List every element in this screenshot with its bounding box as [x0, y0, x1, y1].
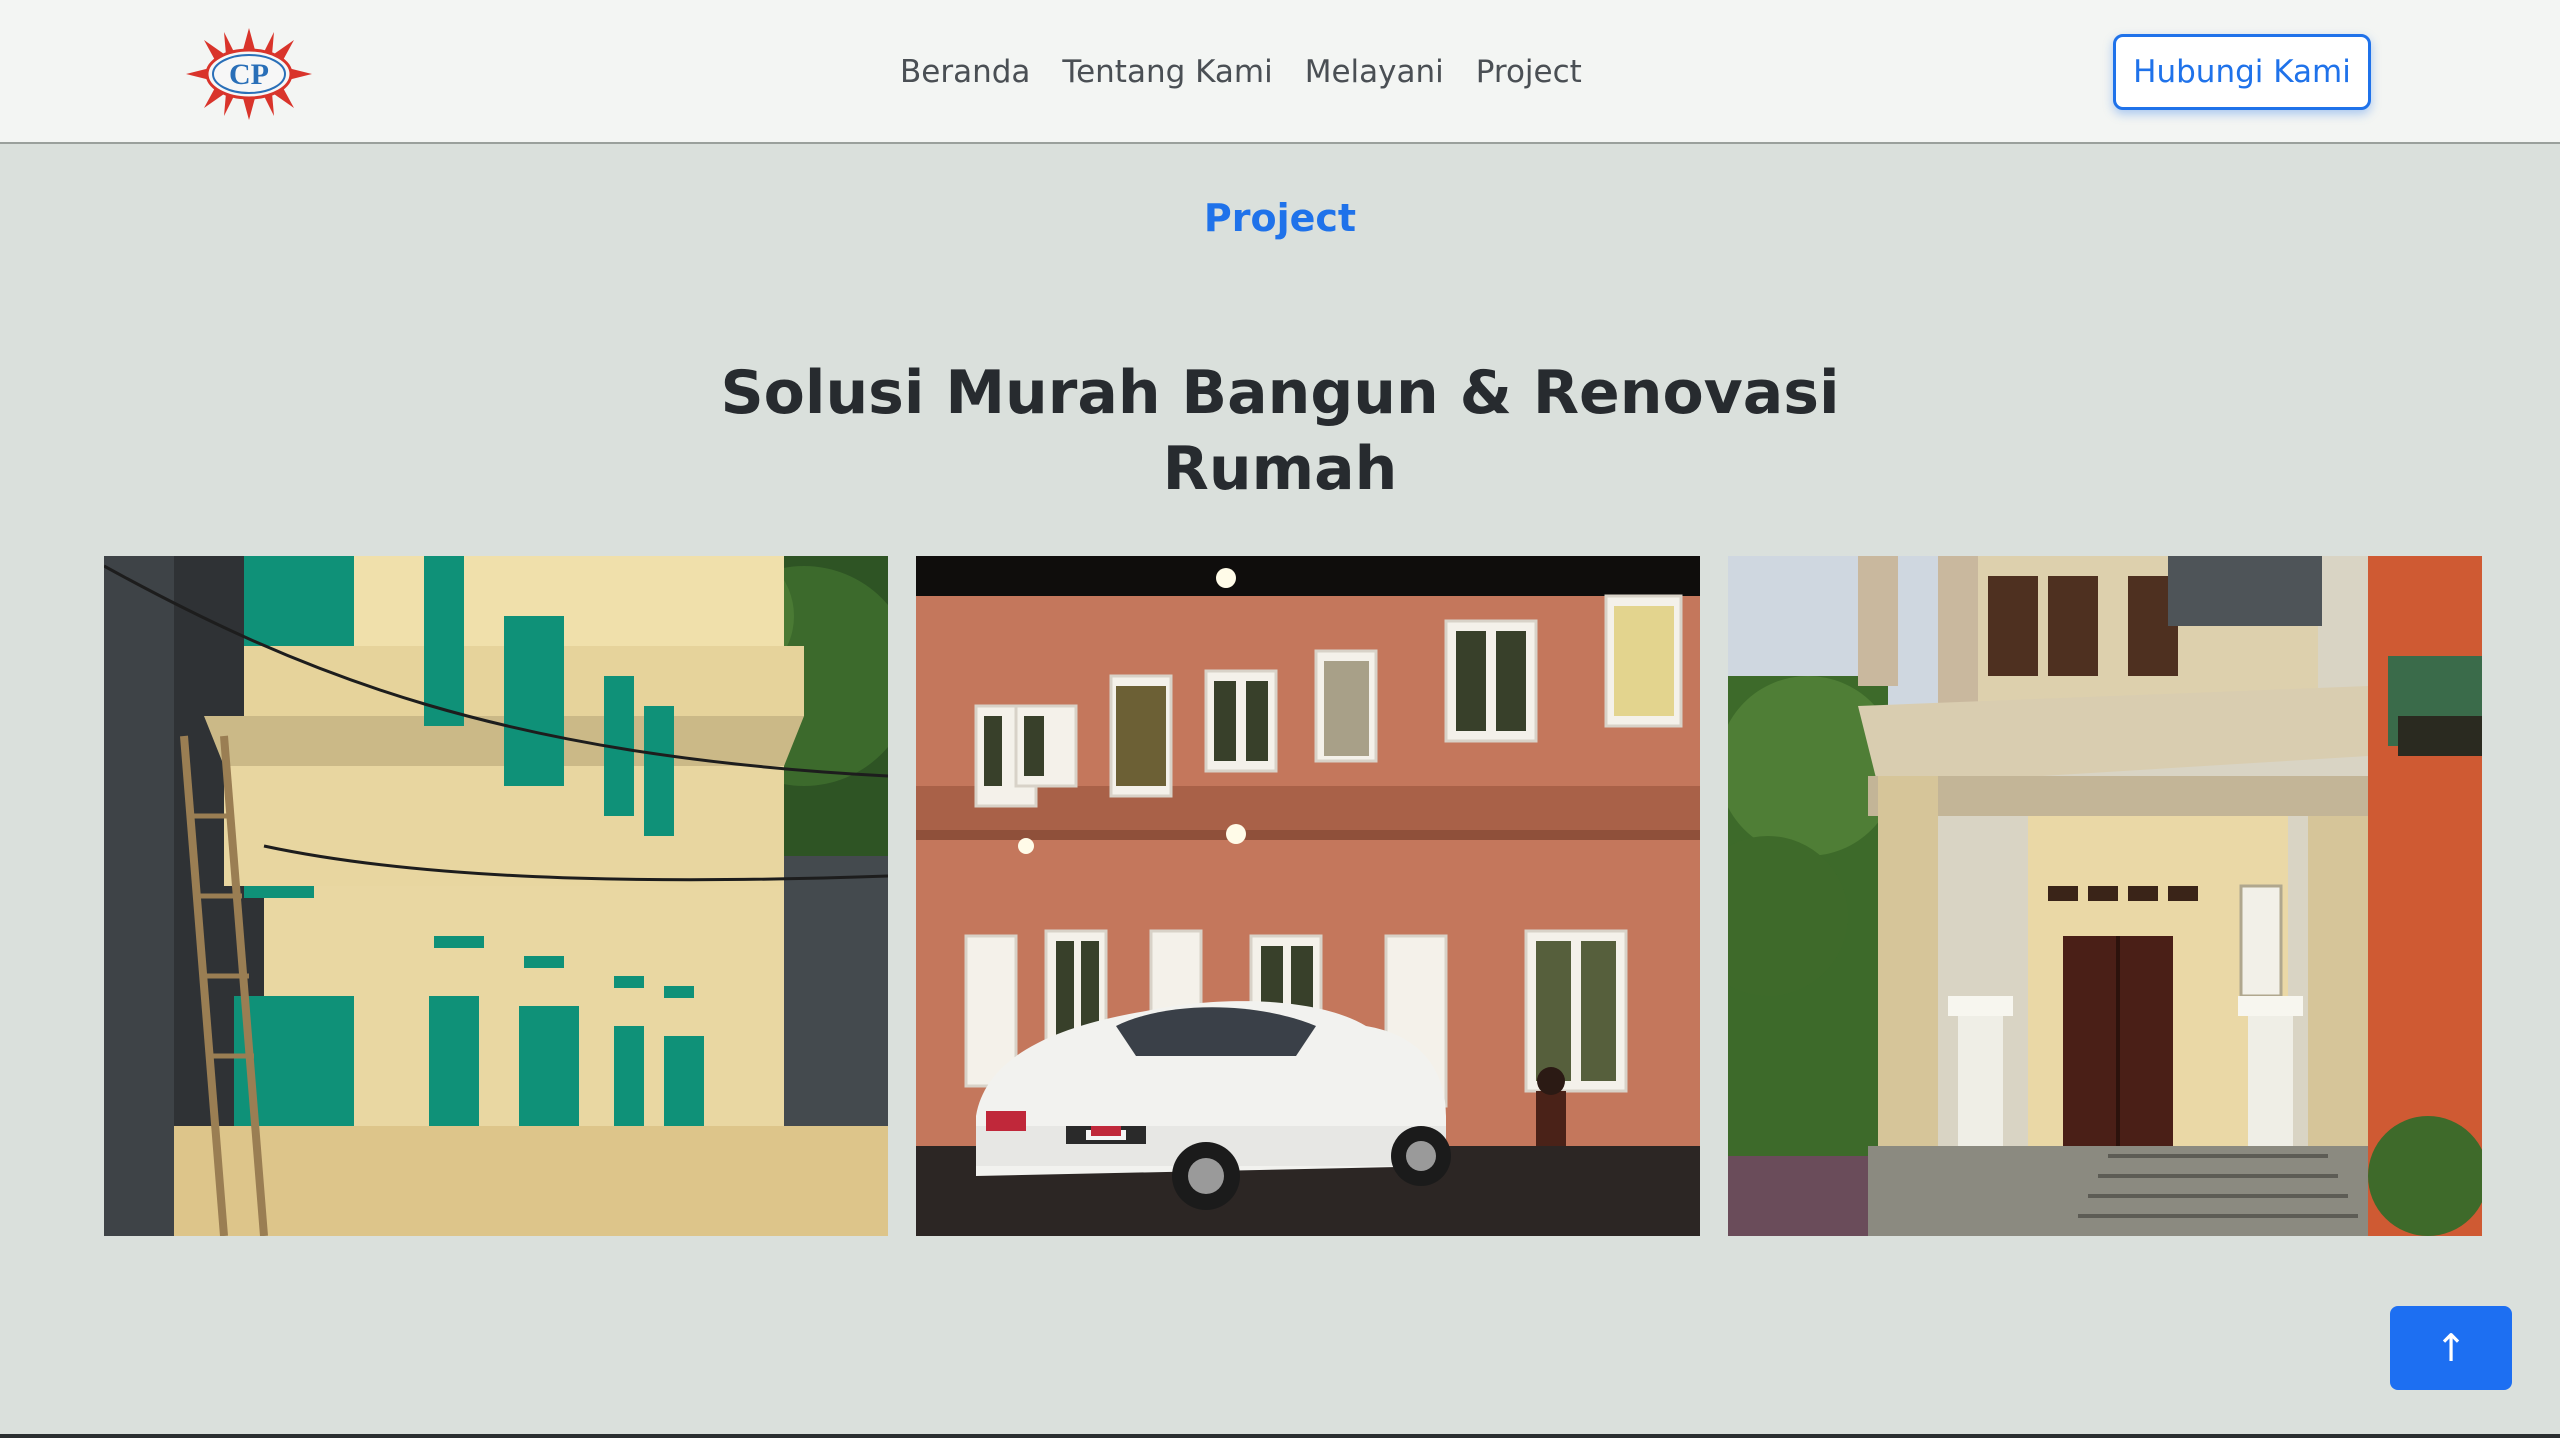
nav-link-melayani[interactable]: Melayani	[1305, 54, 1444, 90]
project-gallery	[104, 556, 2482, 1236]
contact-button[interactable]: Hubungi Kami	[2113, 34, 2371, 110]
project-photo-3[interactable]	[1728, 556, 2482, 1236]
project-photo-2[interactable]	[916, 556, 1700, 1236]
arrow-up-icon: ↑	[2435, 1326, 2467, 1370]
building-night-photo-image	[916, 556, 1700, 1236]
svg-text:CP: CP	[229, 58, 269, 91]
brand-logo[interactable]: CP	[186, 28, 312, 120]
nav-link-project[interactable]: Project	[1476, 54, 1582, 90]
main-nav: Beranda Tentang Kami Melayani Project	[900, 0, 1614, 144]
sun-logo-icon: CP	[186, 28, 312, 120]
scroll-to-top-button[interactable]: ↑	[2390, 1306, 2512, 1390]
page-bottom-divider	[0, 1434, 2560, 1438]
building-photo-image	[104, 556, 888, 1236]
house-photo-image	[1728, 556, 2482, 1236]
navbar: CP Beranda Tentang Kami Melayani Project…	[0, 0, 2560, 144]
project-photo-1[interactable]	[104, 556, 888, 1236]
section-label: Project	[1203, 196, 1357, 240]
nav-link-tentang-kami[interactable]: Tentang Kami	[1062, 54, 1272, 90]
nav-link-beranda[interactable]: Beranda	[900, 54, 1030, 90]
section-heading: Solusi Murah Bangun & Renovasi Rumah	[720, 358, 1840, 504]
